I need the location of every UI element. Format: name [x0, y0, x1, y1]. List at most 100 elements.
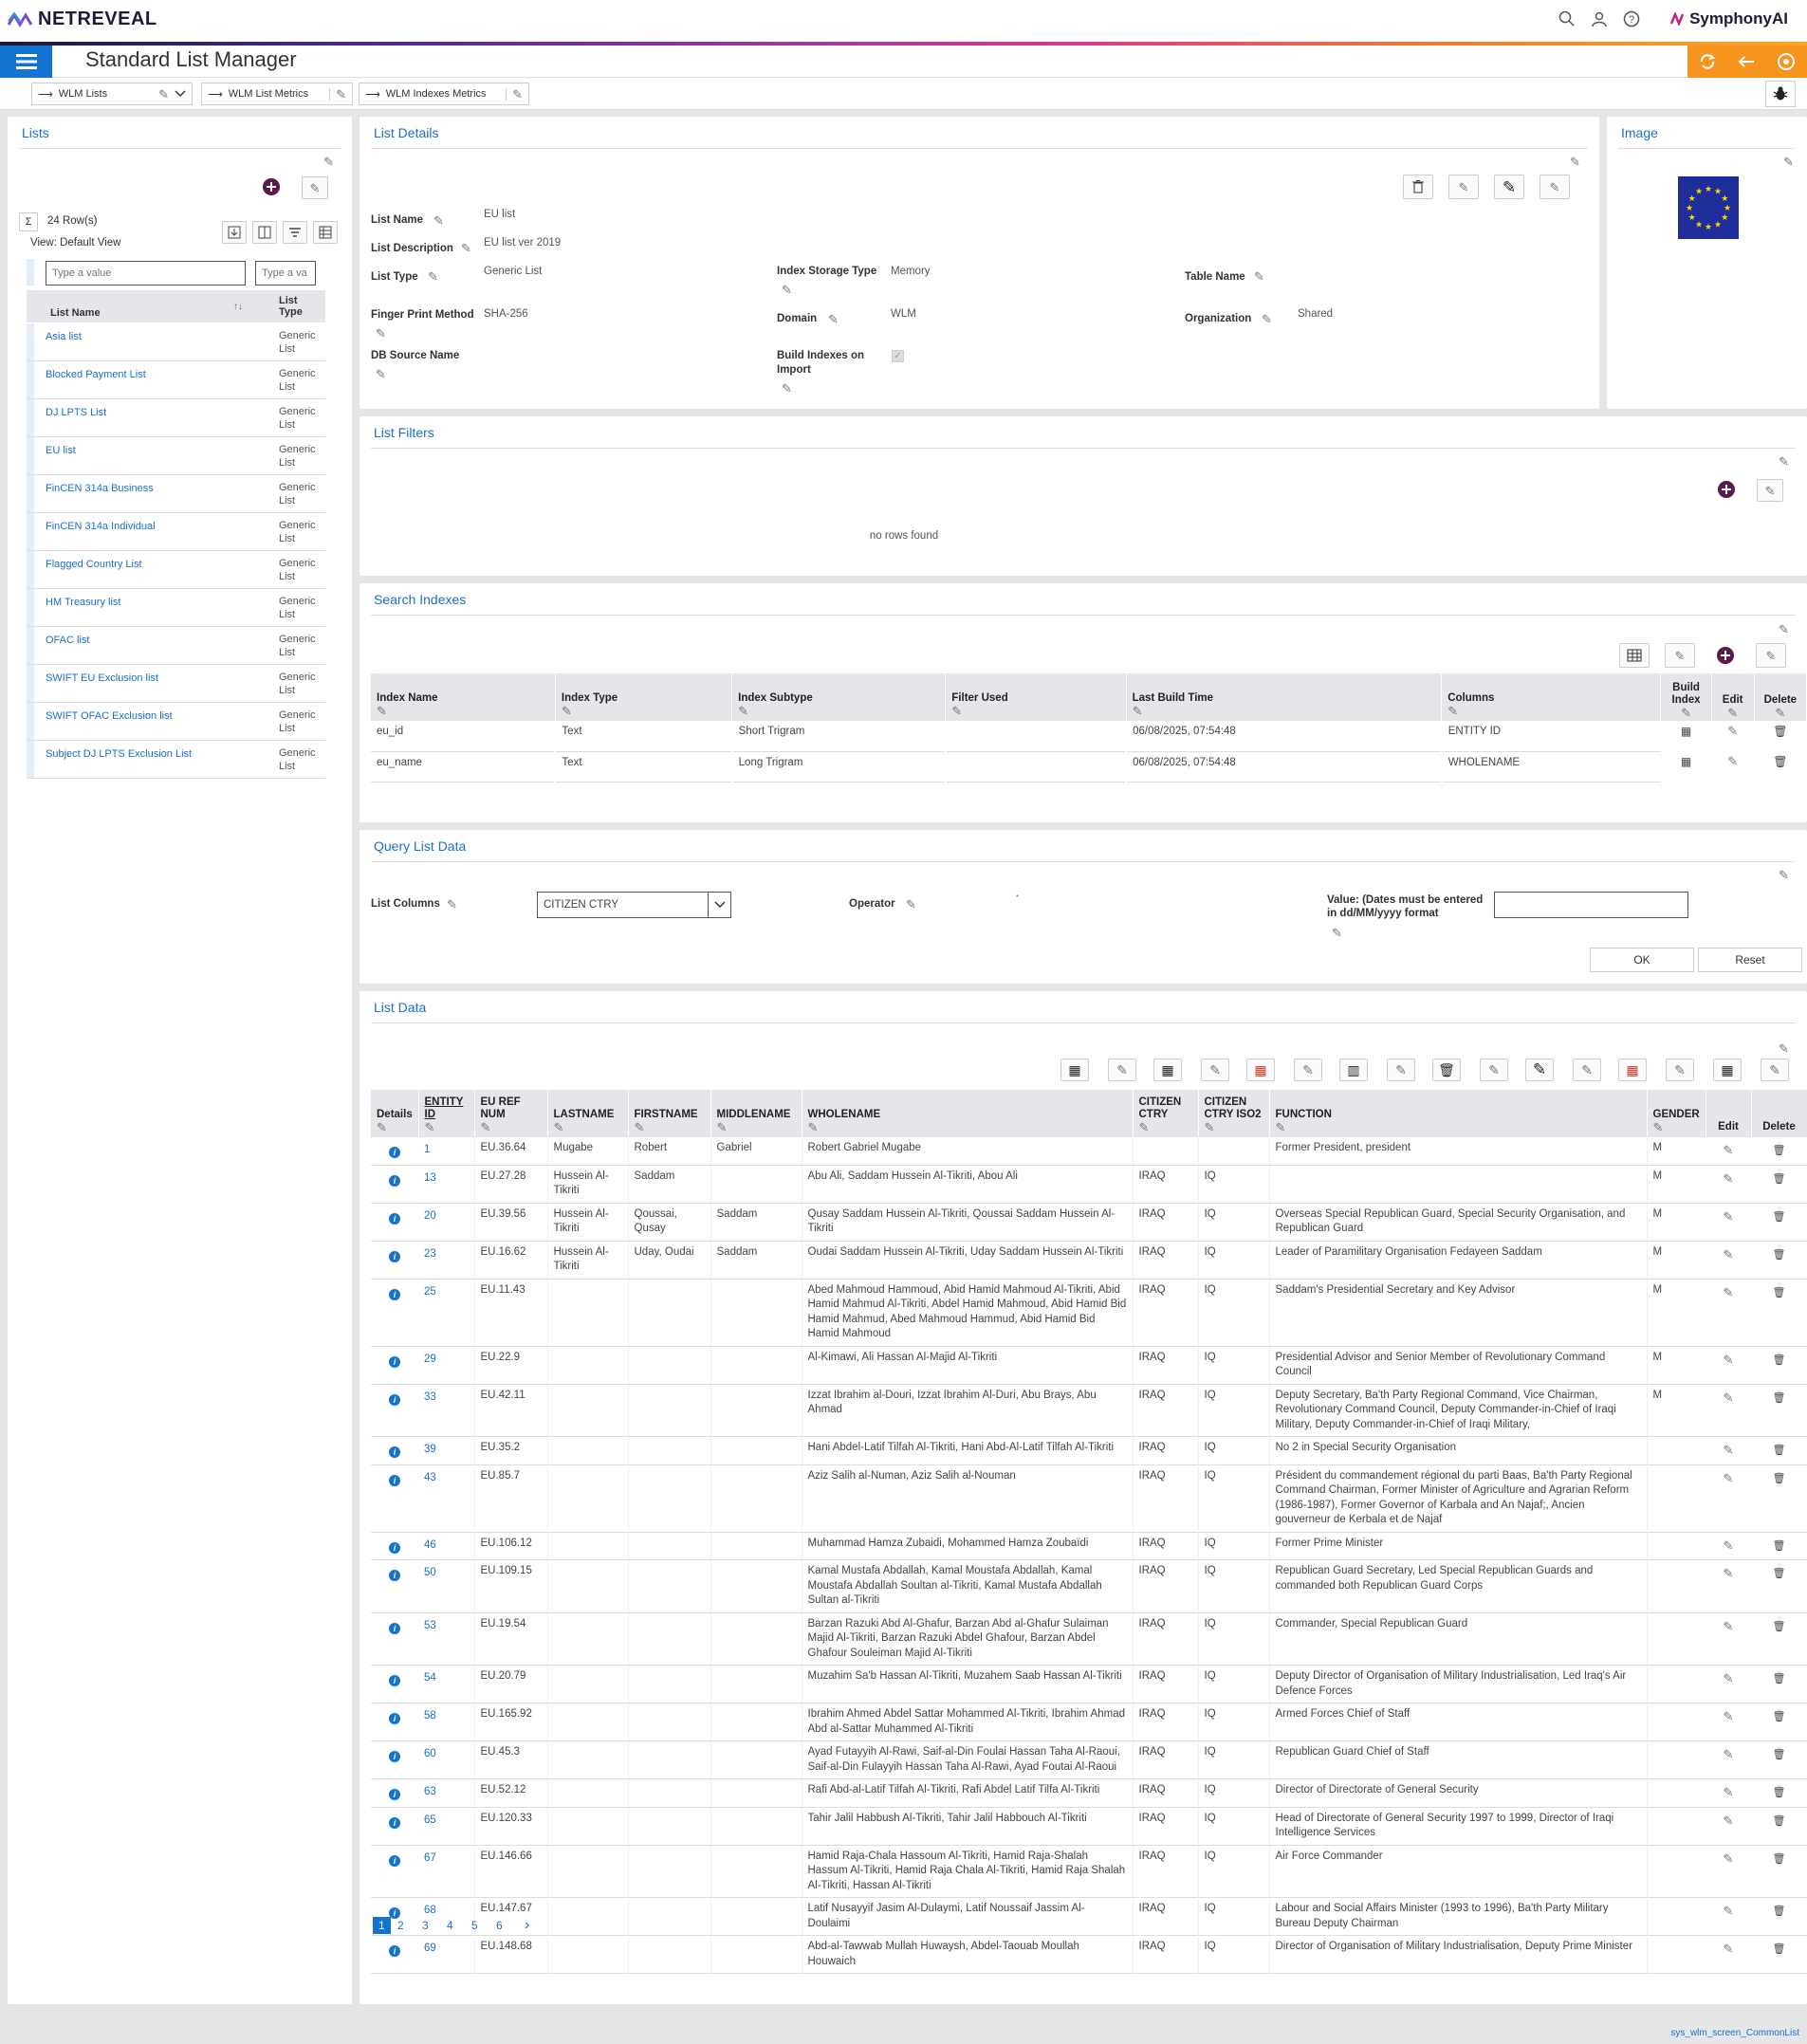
edit-icon[interactable]: ✎: [717, 1121, 796, 1133]
edit-icon[interactable]: ✎: [1724, 1143, 1734, 1157]
info-icon[interactable]: i: [389, 1541, 400, 1554]
index-col-header[interactable]: Columns ✎: [1441, 673, 1662, 721]
trash-icon[interactable]: 🗑: [1773, 1787, 1786, 1798]
list-item[interactable]: Flagged Country List Generic List: [27, 551, 325, 589]
edit-icon[interactable]: ✎: [1724, 1942, 1734, 1956]
info-icon[interactable]: i: [389, 1393, 400, 1406]
edit-button[interactable]: ✎: [1448, 175, 1479, 199]
edit-icon[interactable]: ✎: [1724, 1443, 1734, 1457]
edit-button[interactable]: ✎: [1665, 643, 1695, 668]
edit-icon[interactable]: ✎: [461, 242, 471, 254]
list-item[interactable]: SWIFT EU Exclusion list Generic List: [27, 665, 325, 703]
info-icon[interactable]: i: [389, 1622, 400, 1634]
list-name-link[interactable]: Asia list: [46, 331, 82, 342]
tab-wlm-list-metrics[interactable]: ⟶ WLM List Metrics ✎: [201, 83, 353, 105]
grid-add-button[interactable]: ▦: [1060, 1059, 1089, 1081]
list-name-link[interactable]: FinCEN 314a Individual: [46, 521, 156, 532]
trash-button[interactable]: 🗑: [1432, 1059, 1461, 1081]
tab-wlm-indexes-metrics[interactable]: ⟶ WLM Indexes Metrics ✎: [359, 83, 529, 105]
edit-icon[interactable]: ✎: [1139, 1121, 1192, 1133]
info-icon[interactable]: i: [389, 1570, 400, 1581]
cell-id[interactable]: 50: [424, 1567, 436, 1578]
trash-icon[interactable]: 🗑: [1773, 1287, 1786, 1298]
info-icon[interactable]: i: [389, 1751, 400, 1762]
cell-id[interactable]: 58: [424, 1710, 436, 1722]
cell-id[interactable]: 33: [424, 1391, 436, 1403]
data-col-header[interactable]: MIDDLENAME ✎: [710, 1090, 802, 1137]
index-col-header[interactable]: Edit ✎: [1711, 673, 1755, 721]
cell-id[interactable]: 25: [424, 1286, 436, 1298]
page-2-link[interactable]: 2: [397, 1919, 404, 1932]
edit-button[interactable]: ✎: [1294, 1059, 1322, 1081]
edit-icon[interactable]: ✎: [376, 327, 386, 340]
data-col-header[interactable]: Delete: [1751, 1090, 1807, 1137]
edit-icon[interactable]: ✎: [782, 382, 792, 395]
edit-icon[interactable]: ✎: [1724, 1747, 1734, 1761]
edit-icon[interactable]: ✎: [377, 705, 549, 717]
index-col-header[interactable]: Build Index ✎: [1660, 673, 1712, 721]
grid-config-button[interactable]: ▦: [1618, 1059, 1647, 1081]
edit-icon[interactable]: ✎: [1447, 705, 1654, 717]
data-col-header[interactable]: GENDER ✎: [1647, 1090, 1706, 1137]
trash-icon[interactable]: 🗑: [1773, 1392, 1786, 1404]
edit-icon[interactable]: ✎: [1724, 1353, 1734, 1367]
trash-icon[interactable]: 🗑: [1773, 1145, 1786, 1156]
list-item[interactable]: Subject DJ LPTS Exclusion List Generic Li…: [27, 741, 325, 779]
list-item[interactable]: SWIFT OFAC Exclusion list Generic List: [27, 703, 325, 741]
list-item[interactable]: FinCEN 314a Individual Generic List: [27, 513, 325, 551]
edit-icon[interactable]: ✎: [1779, 869, 1789, 881]
index-col-header[interactable]: Last Build Time ✎: [1126, 673, 1443, 721]
data-col-header[interactable]: FIRSTNAME ✎: [628, 1090, 711, 1137]
edit-icon[interactable]: ✎: [635, 1121, 705, 1133]
columns-button[interactable]: ▥: [1339, 1059, 1368, 1081]
edit-icon[interactable]: ✎: [1724, 1904, 1734, 1918]
trash-icon[interactable]: 🗑: [1773, 1445, 1786, 1456]
cell-id[interactable]: 60: [424, 1748, 436, 1759]
edit-icon[interactable]: ✎: [1714, 707, 1752, 719]
chevron-down-icon[interactable]: [708, 893, 730, 917]
user-icon[interactable]: [1591, 10, 1608, 28]
edit-icon[interactable]: ✎: [906, 898, 916, 911]
edit-button[interactable]: ✎: [1756, 643, 1786, 668]
settings-icon[interactable]: [1776, 51, 1797, 72]
cell-id[interactable]: 13: [424, 1172, 436, 1184]
trash-icon[interactable]: 🗑: [1773, 725, 1787, 738]
trash-icon[interactable]: 🗑: [1773, 755, 1787, 768]
trash-icon[interactable]: 🗑: [1773, 1815, 1786, 1827]
edit-icon[interactable]: ✎: [447, 898, 457, 911]
trash-icon[interactable]: 🗑: [1773, 1211, 1786, 1223]
index-col-header[interactable]: Filter Used ✎: [945, 673, 1127, 721]
edit-icon[interactable]: ✎: [1133, 705, 1436, 717]
data-col-header[interactable]: EU REF NUM ✎: [474, 1090, 548, 1137]
chevron-down-icon[interactable]: [175, 90, 186, 98]
list-item[interactable]: Blocked Payment List Generic List: [27, 361, 325, 399]
data-col-header[interactable]: FUNCTION ✎: [1269, 1090, 1648, 1137]
edit-icon[interactable]: ✎: [1724, 1851, 1734, 1866]
trash-icon[interactable]: 🗑: [1773, 1711, 1786, 1722]
cell-id[interactable]: 20: [424, 1210, 436, 1222]
add-list-button[interactable]: [256, 175, 286, 199]
edit-button[interactable]: ✎: [1480, 1059, 1508, 1081]
edit-icon[interactable]: ✎: [808, 1121, 1127, 1133]
list-item[interactable]: EU list Generic List: [27, 437, 325, 475]
page-6-link[interactable]: 6: [496, 1919, 503, 1932]
list-name-link[interactable]: DJ LPTS List: [46, 407, 106, 418]
edit-icon[interactable]: ✎: [738, 705, 939, 717]
edit-button[interactable]: ✎: [1757, 479, 1783, 502]
edit-icon[interactable]: ✎: [1205, 1121, 1263, 1133]
page-4-link[interactable]: 4: [447, 1919, 453, 1932]
list-name-link[interactable]: Flagged Country List: [46, 559, 142, 570]
list-name-link[interactable]: FinCEN 314a Business: [46, 483, 154, 494]
info-icon[interactable]: i: [389, 1713, 400, 1724]
index-col-header[interactable]: Index Subtype ✎: [731, 673, 947, 721]
edit-icon[interactable]: ✎: [1727, 754, 1738, 768]
edit-icon[interactable]: ✎: [1332, 927, 1342, 939]
page-5-link[interactable]: 5: [471, 1919, 478, 1932]
edit-icon[interactable]: ✎: [562, 705, 726, 717]
info-icon[interactable]: i: [389, 1250, 400, 1262]
cell-id[interactable]: 54: [424, 1672, 436, 1684]
hamburger-menu-button[interactable]: [0, 46, 52, 78]
edit-icon[interactable]: ✎: [1724, 1814, 1734, 1828]
edit-icon[interactable]: ✎: [1779, 1042, 1789, 1055]
data-col-header[interactable]: ENTITY ID ✎: [418, 1090, 475, 1137]
